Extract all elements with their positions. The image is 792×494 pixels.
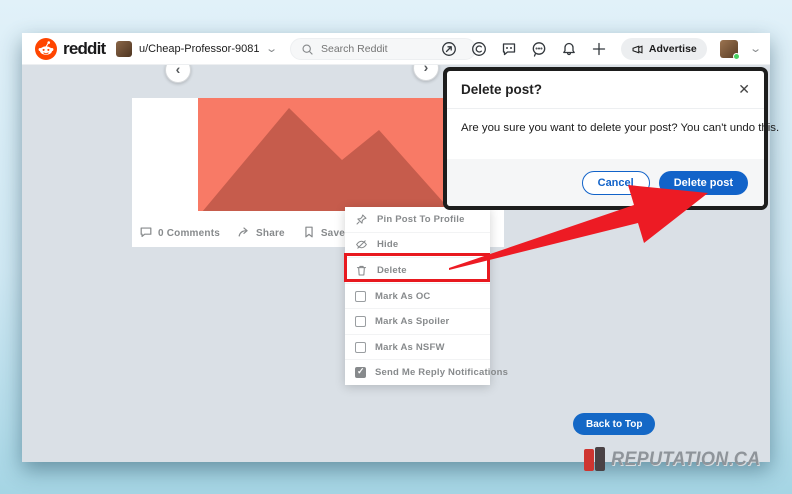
share-button[interactable]: Share <box>237 225 285 242</box>
watermark: REPUTATION.CA <box>584 447 768 473</box>
checkbox-unchecked-icon[interactable] <box>355 342 366 353</box>
menu-item-label: Send Me Reply Notifications <box>375 367 508 378</box>
mountains-drawing <box>198 98 468 219</box>
notifications-button[interactable] <box>561 41 578 58</box>
chevron-down-icon: ⌄ <box>265 44 278 55</box>
modal-body-text: Are you sure you want to delete your pos… <box>447 109 764 147</box>
screenshot-stage: 0 Comments Share Save Insights ••• <box>0 0 792 494</box>
coin-icon <box>471 41 487 57</box>
online-status-dot <box>733 53 740 60</box>
reddit-header: reddit u/Cheap-Professor-9081 ⌄ <box>22 33 770 65</box>
close-icon[interactable]: ✕ <box>738 81 750 98</box>
menu-item-label: Pin Post To Profile <box>377 214 465 225</box>
popular-button[interactable] <box>441 41 458 58</box>
annotation-highlight-box <box>344 253 490 282</box>
comment-icon <box>139 225 153 242</box>
back-to-top-label: Back to Top <box>586 419 642 430</box>
menu-item-mark-oc[interactable]: Mark As OC <box>345 283 490 309</box>
trending-icon <box>441 41 457 57</box>
menu-item-label: Mark As Spoiler <box>375 316 449 327</box>
search-input[interactable] <box>321 43 451 55</box>
create-post-button[interactable] <box>591 41 608 58</box>
search-icon <box>301 43 314 56</box>
modal-title: Delete post? <box>461 82 542 97</box>
menu-item-label: Mark As NSFW <box>375 342 445 353</box>
comments-button[interactable]: 0 Comments <box>139 225 220 242</box>
checkbox-unchecked-icon[interactable] <box>355 291 366 302</box>
watermark-text: REPUTATION.CA <box>611 449 760 471</box>
cancel-button[interactable]: Cancel <box>582 171 650 195</box>
checkbox-checked-icon[interactable] <box>355 367 366 378</box>
post-overflow-menu: Pin Post To Profile Hide Delete Mark As … <box>345 207 490 385</box>
delete-post-button[interactable]: Delete post <box>659 171 748 195</box>
modal-header: Delete post? ✕ <box>447 71 764 109</box>
menu-item-mark-spoiler[interactable]: Mark As Spoiler <box>345 308 490 334</box>
megaphone-icon <box>631 43 644 56</box>
pin-icon <box>355 213 368 226</box>
menu-item-mark-nsfw[interactable]: Mark As NSFW <box>345 334 490 360</box>
advertise-label: Advertise <box>649 43 697 55</box>
checkbox-unchecked-icon[interactable] <box>355 316 366 327</box>
account-chevron-down-icon[interactable]: ⌄ <box>749 44 762 55</box>
reputation-logo-icon <box>584 447 608 473</box>
header-icon-group: Advertise ⌄ <box>441 33 760 65</box>
snoo-icon <box>35 38 57 60</box>
user-avatar-small <box>116 41 132 57</box>
hide-icon <box>355 238 368 251</box>
user-name-label: u/Cheap-Professor-9081 <box>139 43 260 55</box>
menu-item-label: Mark As OC <box>375 291 431 302</box>
modal-footer: Cancel Delete post <box>447 159 764 206</box>
share-label: Share <box>256 228 285 239</box>
speech-bubble-dots-icon <box>531 41 547 57</box>
plus-icon <box>591 41 607 57</box>
menu-item-reply-notifications[interactable]: Send Me Reply Notifications <box>345 359 490 385</box>
advertise-button[interactable]: Advertise <box>621 38 707 60</box>
chat-icon <box>501 41 517 57</box>
delete-post-modal: Delete post? ✕ Are you sure you want to … <box>443 67 768 210</box>
bell-icon <box>561 41 577 57</box>
bookmark-icon <box>302 225 316 242</box>
save-button[interactable]: Save <box>302 225 345 242</box>
user-profile-dropdown[interactable]: u/Cheap-Professor-9081 ⌄ <box>110 37 282 61</box>
reddit-wordmark: reddit <box>63 39 105 59</box>
reddit-logo[interactable]: reddit <box>35 38 105 60</box>
messages-button[interactable] <box>531 41 548 58</box>
menu-item-label: Hide <box>377 239 398 250</box>
chat-button[interactable] <box>501 41 518 58</box>
account-avatar[interactable] <box>720 40 738 58</box>
comments-label: 0 Comments <box>158 228 220 239</box>
share-icon <box>237 225 251 242</box>
menu-item-pin-post[interactable]: Pin Post To Profile <box>345 207 490 232</box>
post-image[interactable] <box>198 98 468 219</box>
save-label: Save <box>321 228 345 239</box>
coins-button[interactable] <box>471 41 488 58</box>
back-to-top-button[interactable]: Back to Top <box>573 413 655 435</box>
